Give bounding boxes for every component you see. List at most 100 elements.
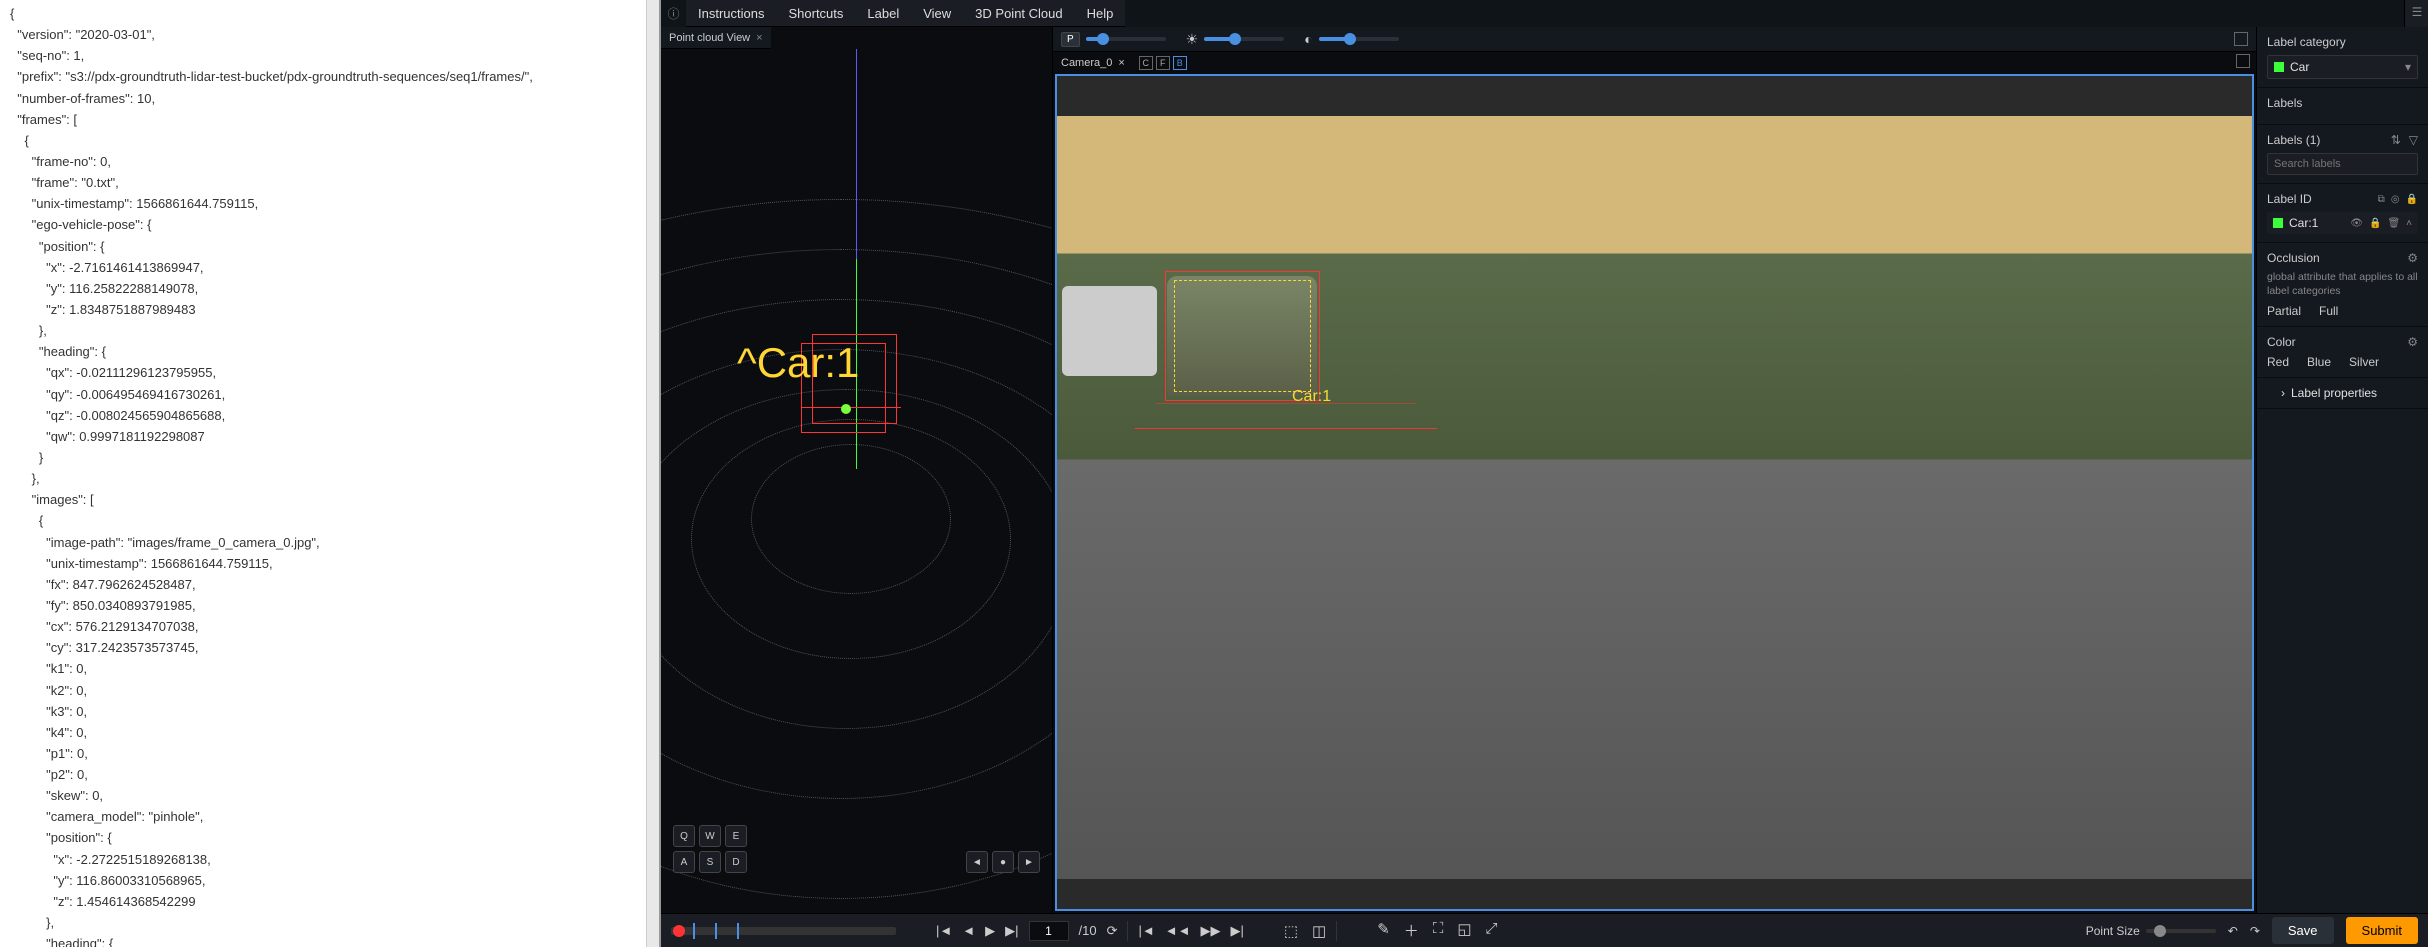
occlusion-options[interactable]: Partial Full bbox=[2267, 304, 2418, 318]
movement-keypad: Q W E A S D bbox=[673, 825, 747, 873]
first-frame-button[interactable]: |◄ bbox=[936, 923, 952, 938]
color-options[interactable]: Red Blue Silver bbox=[2267, 355, 2418, 369]
menu-3d-point-cloud[interactable]: 3D Point Cloud bbox=[975, 6, 1062, 21]
menu-help[interactable]: Help bbox=[1087, 6, 1114, 21]
panel-toggle[interactable]: ☰ bbox=[2404, 0, 2428, 27]
gear-icon[interactable]: ⚙ bbox=[2407, 251, 2418, 265]
key-a[interactable]: A bbox=[673, 851, 695, 873]
pc-view-tab-label: Point cloud View bbox=[669, 32, 750, 44]
redo-button[interactable]: ↷ bbox=[2250, 924, 2260, 938]
collapse-icon[interactable]: ˄ bbox=[2406, 218, 2412, 229]
label-category-dropdown[interactable]: Car bbox=[2267, 55, 2418, 79]
camera-view-tab[interactable]: Camera_0 × C F B bbox=[1053, 52, 1195, 74]
occlusion-full[interactable]: Full bbox=[2319, 304, 2338, 318]
key-badge-p: P bbox=[1061, 32, 1080, 47]
slider-contrast[interactable]: ◐ bbox=[1304, 31, 1398, 47]
key-e[interactable]: E bbox=[725, 825, 747, 847]
label-item-car1[interactable]: Car:1 👁 🔒 🗑 ˄ bbox=[2267, 212, 2418, 234]
chevron-right-icon: › bbox=[2281, 386, 2285, 400]
gear-icon[interactable]: ⚙ bbox=[2407, 335, 2418, 349]
point-size-label: Point Size bbox=[2086, 924, 2140, 938]
occlusion-partial[interactable]: Partial bbox=[2267, 304, 2301, 318]
arrow-keypad: ◄ ● ► bbox=[966, 851, 1040, 873]
lock-icon[interactable]: 🔒 bbox=[2369, 218, 2381, 229]
step-fwd-button[interactable]: ▶▶ bbox=[1200, 923, 1220, 939]
delete-icon[interactable]: 🗑 bbox=[2387, 218, 2400, 229]
next-frame-button[interactable]: ▶| bbox=[1005, 923, 1018, 939]
lock-icon[interactable]: 🔒 bbox=[2406, 194, 2418, 205]
right-sidebar: Label category Car Labels Labels (1) ⇅ ▽ bbox=[2256, 27, 2428, 913]
menu-view[interactable]: View bbox=[923, 6, 951, 21]
camera-view[interactable]: Camera_0 × C F B Car:1 bbox=[1053, 27, 2256, 913]
add-icon[interactable]: ＋ bbox=[1404, 920, 1419, 941]
step-controls: |◄ ◄◄ ▶▶ ▶| bbox=[1138, 923, 1243, 939]
fit-icon[interactable]: ⛶ bbox=[1433, 920, 1444, 941]
step-back-button[interactable]: ◄◄ bbox=[1165, 923, 1191, 938]
panel-icon[interactable]: ☰ bbox=[2405, 0, 2428, 24]
json-source-text: { "version": "2020-03-01", "seq-no": 1, … bbox=[10, 6, 533, 947]
loop-button[interactable]: ⟳ bbox=[1107, 923, 1118, 939]
pc-view-tab[interactable]: Point cloud View × bbox=[661, 27, 771, 49]
menu-label[interactable]: Label bbox=[867, 6, 899, 21]
undo-button[interactable]: ↶ bbox=[2228, 924, 2238, 938]
occlusion-desc: global attribute that applies to all lab… bbox=[2267, 271, 2418, 298]
cube-icon[interactable]: ⬚ bbox=[1284, 922, 1298, 940]
skip-last-button[interactable]: ▶| bbox=[1230, 923, 1243, 939]
fullscreen-icon[interactable]: ⤢ bbox=[1486, 920, 1498, 941]
maximize-icon[interactable] bbox=[2236, 54, 2250, 68]
key-s[interactable]: S bbox=[699, 851, 721, 873]
badge-f[interactable]: F bbox=[1156, 56, 1170, 70]
key-center[interactable]: ● bbox=[992, 851, 1014, 873]
prev-frame-button[interactable]: ◄ bbox=[962, 923, 975, 938]
color-swatch bbox=[2274, 62, 2284, 72]
slider-brightness[interactable]: ☀ bbox=[1186, 31, 1285, 48]
label-properties-toggle[interactable]: › Label properties bbox=[2267, 386, 2418, 400]
close-icon[interactable]: × bbox=[1118, 57, 1124, 69]
maximize-icon[interactable] bbox=[2234, 32, 2248, 46]
camera-tab-label: Camera_0 bbox=[1061, 57, 1112, 69]
edit-icon[interactable]: ✎ bbox=[1377, 920, 1390, 941]
bbox-3d-label: ^Car:1 bbox=[737, 339, 859, 387]
menu-shortcuts[interactable]: Shortcuts bbox=[788, 6, 843, 21]
label-category-value: Car bbox=[2290, 60, 2309, 74]
key-right[interactable]: ► bbox=[1018, 851, 1040, 873]
search-labels-input[interactable] bbox=[2267, 153, 2418, 175]
copy-icon[interactable]: ⧉ bbox=[2378, 194, 2385, 205]
edit-tools: ✎ ＋ ⛶ ◱ ⤢ bbox=[1377, 920, 1497, 941]
color-silver[interactable]: Silver bbox=[2349, 355, 2379, 369]
visibility-icon[interactable]: ◎ bbox=[2391, 194, 2400, 205]
skip-first-button[interactable]: |◄ bbox=[1138, 923, 1154, 938]
bbox-2d-car1[interactable] bbox=[1165, 271, 1320, 401]
color-swatch bbox=[2273, 218, 2283, 228]
color-red[interactable]: Red bbox=[2267, 355, 2289, 369]
ground-marker bbox=[841, 404, 851, 414]
point-cloud-view[interactable]: Point cloud View × ^Car:1 bbox=[661, 27, 1053, 913]
occlusion-title: Occlusion ⚙ bbox=[2267, 251, 2418, 265]
close-icon[interactable]: × bbox=[756, 32, 762, 44]
save-button[interactable]: Save bbox=[2272, 917, 2334, 944]
badge-b[interactable]: B bbox=[1173, 56, 1187, 70]
key-w[interactable]: W bbox=[699, 825, 721, 847]
key-left[interactable]: ◄ bbox=[966, 851, 988, 873]
menu-instructions[interactable]: Instructions bbox=[698, 6, 764, 21]
frame-number-input[interactable] bbox=[1029, 921, 1069, 941]
filter-icon[interactable]: ▽ bbox=[2409, 133, 2418, 147]
submit-button[interactable]: Submit bbox=[2346, 917, 2418, 944]
point-size-control[interactable]: Point Size bbox=[2086, 924, 2216, 938]
crop-icon[interactable]: ◱ bbox=[1457, 920, 1471, 941]
slider-p[interactable]: P bbox=[1061, 32, 1166, 47]
bbox-2d-label: Car:1 bbox=[1292, 388, 1331, 406]
key-d[interactable]: D bbox=[725, 851, 747, 873]
point-cloud-canvas[interactable]: ^Car:1 Q W E A S D ◄ ● ► bbox=[661, 49, 1052, 913]
hide-icon[interactable]: 👁 bbox=[2350, 218, 2363, 229]
frame-timeline[interactable] bbox=[671, 927, 896, 935]
sort-icon[interactable]: ⇅ bbox=[2391, 133, 2401, 147]
key-q[interactable]: Q bbox=[673, 825, 695, 847]
camera-frame[interactable]: Car:1 bbox=[1055, 74, 2254, 911]
info-icon[interactable]: ⓘ bbox=[661, 0, 686, 27]
color-blue[interactable]: Blue bbox=[2307, 355, 2331, 369]
cube3d-icon[interactable]: ◫ bbox=[1312, 922, 1326, 940]
play-button[interactable]: ▶ bbox=[985, 923, 995, 939]
badge-c[interactable]: C bbox=[1139, 56, 1153, 70]
labels-count-title: Labels (1) ⇅ ▽ bbox=[2267, 133, 2418, 147]
